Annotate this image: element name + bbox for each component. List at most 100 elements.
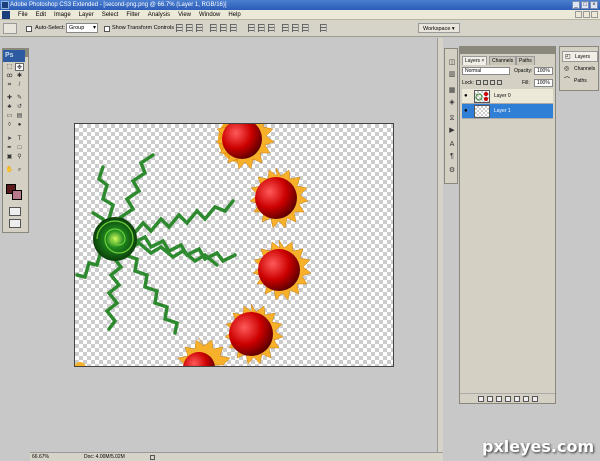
maximize-button[interactable]: □ [581, 1, 589, 9]
background-color-swatch[interactable] [12, 190, 22, 200]
layer-row-0[interactable]: ● Layer 0 [462, 89, 553, 104]
lock-all-icon[interactable] [497, 80, 502, 85]
dock-layers[interactable]: ◰ Layers [562, 51, 598, 62]
close-button[interactable]: × [590, 1, 598, 9]
actions-panel-icon[interactable]: ▶ [448, 127, 456, 135]
marquee-tool-icon[interactable]: ⬚ [5, 63, 14, 71]
zoom-tool-icon[interactable]: ⌕ [15, 166, 24, 174]
tool-presets-panel-icon[interactable]: ⚙ [448, 167, 456, 175]
fill-input[interactable]: 100% [534, 79, 553, 87]
eye-icon[interactable]: ● [464, 108, 471, 115]
menu-view[interactable]: View [174, 10, 195, 20]
dock-paths-label: Paths [574, 78, 587, 84]
move-tool-preset-icon[interactable] [3, 23, 17, 34]
styles-panel-icon[interactable]: ◈ [448, 99, 456, 107]
menu-file[interactable]: File [14, 10, 32, 20]
navigator-panel-icon[interactable]: ◫ [448, 59, 456, 67]
lock-position-icon[interactable] [490, 80, 495, 85]
menu-help[interactable]: Help [224, 10, 244, 20]
move-tool-icon[interactable]: ✥ [15, 63, 24, 71]
clone-stamp-tool-icon[interactable]: ♣ [5, 103, 14, 111]
hand-tool-icon[interactable]: ✋ [5, 166, 14, 174]
dock-channels[interactable]: ◎ Channels [562, 64, 598, 75]
document-canvas[interactable] [74, 123, 394, 367]
auto-align-icon[interactable] [320, 24, 327, 32]
dock-paths[interactable]: ⌒ Paths [562, 76, 598, 87]
align-vcenter-icon[interactable] [186, 24, 193, 32]
menu-select[interactable]: Select [98, 10, 123, 20]
crop-tool-icon[interactable]: ⌗ [5, 81, 14, 89]
ps-menu-icon[interactable] [2, 10, 10, 19]
align-top-icon[interactable] [176, 24, 183, 32]
paragraph-panel-icon[interactable]: ¶ [448, 153, 456, 161]
slice-tool-icon[interactable]: / [15, 81, 24, 89]
lock-image-icon[interactable] [483, 80, 488, 85]
type-tool-icon[interactable]: T [15, 135, 24, 143]
new-group-icon[interactable] [513, 395, 520, 402]
menu-image[interactable]: Image [50, 10, 75, 20]
history-panel-icon[interactable]: ⧖ [448, 115, 456, 123]
eyedropper-tool-icon[interactable]: ⚲ [15, 153, 24, 161]
tab-channels[interactable]: Channels [489, 56, 517, 65]
layer-row-1[interactable]: ● Layer 1 [462, 104, 553, 119]
minimize-button[interactable]: _ [572, 1, 580, 9]
eye-icon[interactable]: ● [464, 93, 471, 100]
align-right-icon[interactable] [230, 24, 237, 32]
blur-tool-icon[interactable]: ◊ [5, 121, 14, 129]
doc-minimize-button[interactable] [575, 11, 582, 18]
blend-mode-dropdown[interactable]: Normal [462, 67, 510, 75]
menu-edit[interactable]: Edit [32, 10, 50, 20]
trash-icon[interactable] [531, 395, 538, 402]
menu-window[interactable]: Window [195, 10, 224, 20]
menu-analysis[interactable]: Analysis [144, 10, 174, 20]
align-bottom-icon[interactable] [196, 24, 203, 32]
tab-layers[interactable]: Layers × [462, 56, 488, 65]
brush-tool-icon[interactable]: ✎ [15, 94, 24, 102]
pen-tool-icon[interactable]: ✒ [5, 144, 14, 152]
layers-icon: ◰ [565, 54, 571, 60]
status-arrow-icon[interactable] [150, 455, 155, 460]
path-selection-tool-icon[interactable]: ➤ [5, 135, 14, 143]
dodge-tool-icon[interactable]: ● [15, 121, 24, 129]
magic-wand-tool-icon[interactable]: ✱ [15, 72, 24, 80]
vertical-scrollbar[interactable] [437, 38, 443, 452]
shape-tool-icon[interactable]: □ [15, 144, 24, 152]
opacity-label: Opacity: [514, 68, 533, 74]
workspace-button[interactable]: Workspace ▾ [418, 23, 460, 33]
healing-brush-tool-icon[interactable]: ✚ [5, 94, 14, 102]
distribute-top-icon[interactable] [248, 24, 255, 32]
show-transform-checkbox[interactable] [104, 26, 110, 32]
swatches-panel-icon[interactable]: ▦ [448, 87, 456, 95]
character-panel-icon[interactable]: A [448, 141, 456, 149]
distribute-right-icon[interactable] [302, 24, 309, 32]
lock-transparent-icon[interactable] [476, 80, 481, 85]
align-hcenter-icon[interactable] [220, 24, 227, 32]
menu-filter[interactable]: Filter [122, 10, 143, 20]
doc-close-button[interactable] [591, 11, 598, 18]
distribute-left-icon[interactable] [282, 24, 289, 32]
histogram-panel-icon[interactable]: ▥ [448, 71, 456, 79]
screen-mode-button[interactable] [9, 219, 21, 228]
doc-restore-button[interactable] [583, 11, 590, 18]
align-left-icon[interactable] [210, 24, 217, 32]
layer-style-icon[interactable] [486, 395, 493, 402]
adjustment-layer-icon[interactable] [504, 395, 511, 402]
gradient-tool-icon[interactable]: ▤ [15, 112, 24, 120]
zoom-readout[interactable]: 66.67% [32, 453, 49, 461]
eraser-tool-icon[interactable]: ▭ [5, 112, 14, 120]
quick-mask-button[interactable] [9, 207, 21, 216]
distribute-vcenter-icon[interactable] [258, 24, 265, 32]
layer-mask-icon[interactable] [495, 395, 502, 402]
auto-select-checkbox[interactable] [26, 26, 32, 32]
notes-tool-icon[interactable]: ▣ [5, 153, 14, 161]
auto-select-dropdown[interactable]: Group [66, 23, 98, 33]
menu-layer[interactable]: Layer [75, 10, 98, 20]
tab-paths[interactable]: Paths [516, 56, 535, 65]
lasso-tool-icon[interactable]: ꝏ [5, 72, 14, 80]
link-layers-icon[interactable] [477, 395, 484, 402]
distribute-hcenter-icon[interactable] [292, 24, 299, 32]
distribute-bottom-icon[interactable] [268, 24, 275, 32]
new-layer-icon[interactable] [522, 395, 529, 402]
history-brush-tool-icon[interactable]: ↺ [15, 103, 24, 111]
opacity-input[interactable]: 100% [534, 67, 553, 75]
